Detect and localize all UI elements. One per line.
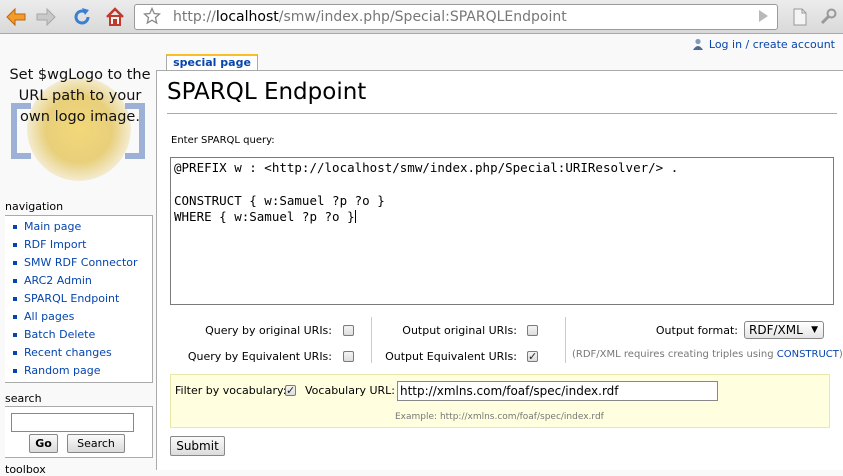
sidebar-item-recent-changes[interactable]: Recent changes [13,344,152,362]
query-line: @PREFIX w : <http://localhost/smw/index.… [174,160,679,175]
logo-placeholder-text: Set $wgLogo to the URL path to your own … [9,67,151,125]
search-input[interactable] [11,413,134,432]
page-icon[interactable] [788,5,812,29]
page-title: SPARQL Endpoint [167,79,367,105]
query-label: Enter SPARQL query: [171,135,275,146]
search-button[interactable]: Search [67,434,125,453]
site-logo[interactable]: Set $wgLogo to the URL path to your own … [5,55,155,205]
vocabulary-url-label: Vocabulary URL: [305,384,395,397]
query-equivalent-label: Query by Equivalent URIs: [187,350,332,363]
output-format-label: Output format: [655,324,738,337]
sidebar-item-random-page[interactable]: Random page [13,362,152,380]
sidebar-item-rdf-import[interactable]: RDF Import [13,236,152,254]
tab-special-page[interactable]: special page [166,54,258,71]
wiki-page: Log in / create account Set $wgLogo to t… [0,35,843,476]
personal-tools: Log in / create account [692,38,835,53]
output-format-select[interactable]: RDF/XML ▼ [744,321,824,339]
sidebar-item-smw-rdf-connector[interactable]: SMW RDF Connector [13,254,152,272]
options-divider [565,317,566,363]
reload-icon[interactable] [70,5,94,29]
query-original-label: Query by original URIs: [205,324,332,337]
url-text: http://localhost/smw/index.php/Special:S… [173,9,567,25]
output-equivalent-checkbox[interactable]: ✓ [527,351,538,362]
query-line: CONSTRUCT { w:Samuel ?p ?o } [174,192,385,208]
bookmark-star-icon[interactable] [142,6,162,29]
sidebar-item-main-page[interactable]: Main page [13,218,152,236]
back-arrow-icon[interactable] [4,5,28,29]
login-link[interactable]: Log in / create account [709,38,835,51]
query-equivalent-checkbox[interactable] [343,351,354,362]
filter-vocabulary-checkbox[interactable]: ✓ [285,385,296,396]
vocabulary-example-text: Example: http://xmlns.com/foaf/spec/inde… [395,412,604,422]
query-line [174,176,830,192]
forward-arrow-icon[interactable] [34,5,58,29]
search-portlet: Go Search [5,406,153,458]
user-icon [692,38,704,53]
go-button[interactable]: Go [29,434,58,453]
browser-toolbar: http://localhost/smw/index.php/Special:S… [0,0,843,34]
options-divider [371,317,372,363]
navigation-list: Main page RDF Import SMW RDF Connector A… [5,215,153,383]
vocabulary-url-input[interactable]: http://xmlns.com/foaf/spec/index.rdf [397,381,718,401]
format-note: (RDF/XML requires creating triples using… [572,349,843,360]
sparql-query-textarea[interactable]: @PREFIX w : <http://localhost/smw/index.… [170,157,834,305]
home-icon[interactable] [103,5,127,29]
construct-link[interactable]: CONSTRUCT [777,349,839,360]
query-line: WHERE { w:Samuel ?p ?o } [174,209,356,225]
query-original-checkbox[interactable] [343,325,354,336]
sidebar-item-sparql-endpoint[interactable]: SPARQL Endpoint [13,290,152,308]
output-original-checkbox[interactable] [527,325,538,336]
url-bar[interactable]: http://localhost/smw/index.php/Special:S… [134,4,778,30]
go-arrow-icon[interactable] [757,9,769,27]
chevron-down-icon: ▼ [811,325,818,335]
title-divider [167,113,837,114]
output-equivalent-label: Output Equivalent URIs: [385,350,517,363]
submit-button[interactable]: Submit [170,436,225,456]
navigation-heading: navigation [5,200,64,213]
sidebar-item-all-pages[interactable]: All pages [13,308,152,326]
output-original-label: Output original URIs: [402,324,517,337]
sidebar-item-arc2-admin[interactable]: ARC2 Admin [13,272,152,290]
sidebar-item-batch-delete[interactable]: Batch Delete [13,326,152,344]
vocabulary-filter-panel: Filter by vocabulary: ✓ Vocabulary URL: … [170,374,830,428]
filter-vocabulary-label: Filter by vocabulary: [175,384,287,397]
text-cursor [354,210,356,224]
wrench-icon[interactable] [816,5,840,29]
main-content: SPARQL Endpoint Enter SPARQL query: @PRE… [156,70,843,470]
search-heading: search [5,392,42,405]
